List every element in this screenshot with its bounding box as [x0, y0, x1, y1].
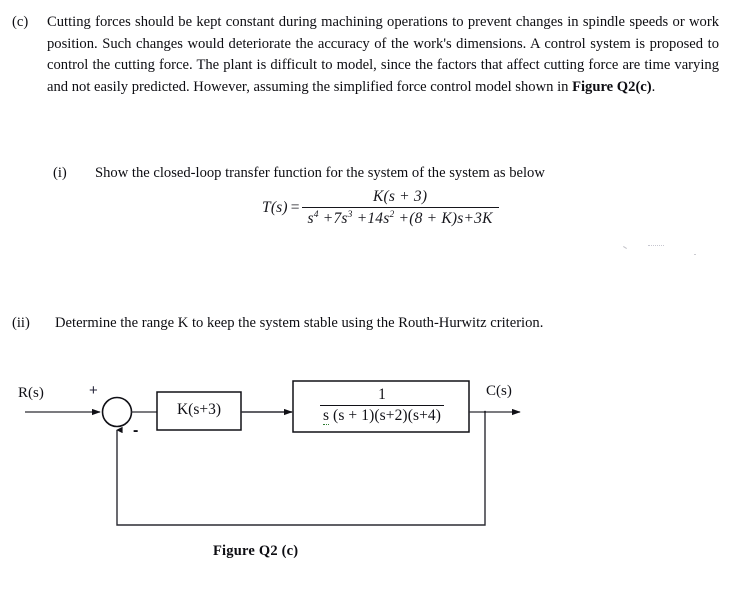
plant-denominator-rest: (s + 1)(s+2)(s+4)	[329, 407, 442, 424]
output-label: C(s)	[486, 383, 512, 399]
equation-fraction: K(s + 3) s4 +7s3 +14s2 +(8 + K)s+3K	[301, 188, 499, 228]
equation-left-hand-side: T(s)	[262, 199, 288, 216]
equation-denominator: s4 +7s3 +14s2 +(8 + K)s+3K	[302, 208, 499, 228]
den-term-4: (8 + K)s	[409, 210, 464, 227]
den-op-4: +	[463, 210, 475, 227]
plant-numerator: 1	[378, 386, 386, 403]
den-term-5: 3K	[474, 210, 493, 227]
controller-block-label: K(s+3)	[176, 401, 222, 418]
plant-block-transfer-function: 1 s (s + 1)(s+2)(s+4)	[320, 386, 444, 425]
part-c-marker: (c)	[12, 14, 29, 30]
summing-junction-plus-sign: +	[89, 382, 98, 399]
plant-denominator: s (s + 1)(s+2)(s+4)	[322, 406, 442, 425]
part-ii-marker: (ii)	[12, 315, 30, 331]
input-label: R(s)	[18, 385, 44, 401]
transfer-function-equation: T(s) = K(s + 3) s4 +7s3 +14s2 +(8 + K)s+…	[262, 188, 499, 228]
part-c-body-end: .	[651, 78, 656, 95]
block-diagram: R(s) C(s) + - K(s+3) 1 s (s + 1)(s+2)(s+…	[0, 370, 736, 560]
equation-numerator: K(s + 3)	[372, 188, 428, 205]
summing-junction	[101, 396, 133, 428]
scan-artifact-speck-3	[694, 254, 696, 255]
den-op-2: +	[356, 210, 368, 227]
part-ii-paragraph: Determine the range K to keep the system…	[55, 315, 544, 331]
scan-artifact-speck-1	[623, 246, 627, 249]
part-i-marker: (i)	[53, 165, 67, 181]
part-c-paragraph: Cutting forces should be kept constant d…	[47, 12, 719, 98]
den-term-2: 7s	[333, 210, 348, 227]
summing-junction-minus-sign: -	[133, 422, 139, 439]
part-i-paragraph: Show the closed-loop transfer function f…	[95, 165, 545, 181]
scan-artifact-speck-2	[648, 245, 664, 247]
equation-equals-sign: =	[290, 199, 300, 216]
den-term-3: 14s	[367, 210, 390, 227]
den-op-3: +	[398, 210, 410, 227]
part-c-figure-reference: Figure Q2(c)	[572, 78, 652, 95]
den-op-1b: +	[322, 210, 334, 227]
figure-caption: Figure Q2 (c)	[213, 543, 299, 559]
